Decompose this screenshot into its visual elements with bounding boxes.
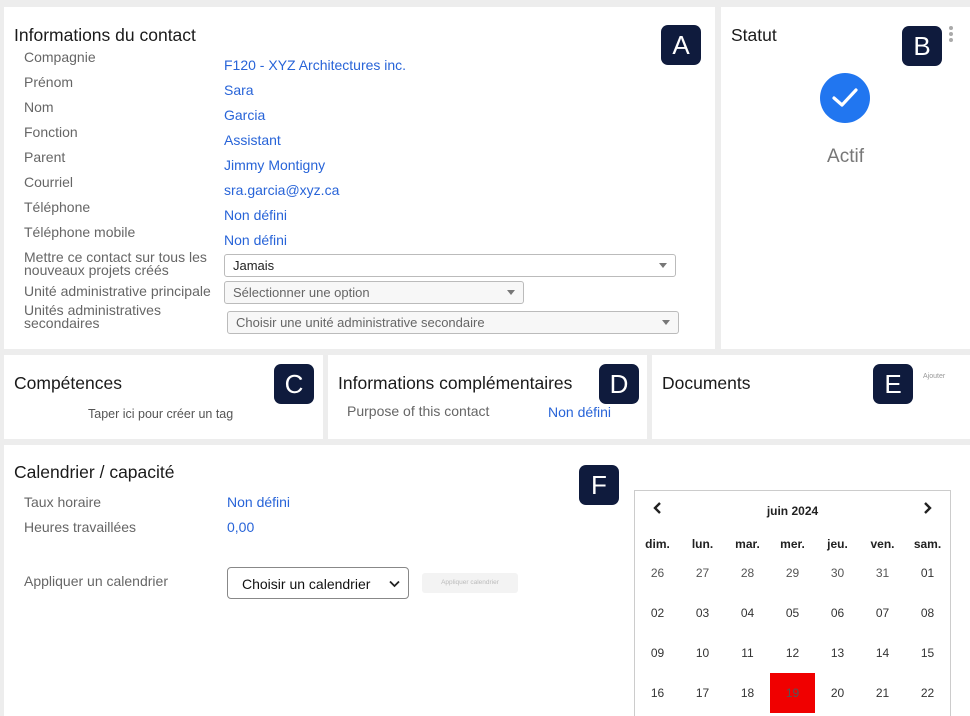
contact-info-panel: Informations du contact A Compagnie F120 … — [4, 7, 715, 349]
calendar-day[interactable]: 08 — [905, 593, 950, 633]
weekday-header: sam. — [913, 537, 942, 551]
calendar-day[interactable]: 27 — [680, 553, 725, 593]
badge-e: E — [873, 364, 913, 404]
calendar-day[interactable]: 31 — [860, 553, 905, 593]
calendar-day[interactable]: 04 — [725, 593, 770, 633]
contact-field-label: Courriel — [24, 174, 74, 190]
calendar-day[interactable]: 26 — [635, 553, 680, 593]
tag-input[interactable]: Taper ici pour créer un tag — [88, 407, 233, 421]
skills-panel: Compétences C Taper ici pour créer un ta… — [4, 355, 323, 439]
calendar-capacity-title: Calendrier / capacité — [14, 462, 175, 482]
documents-title: Documents — [662, 373, 751, 393]
status-value: Actif — [827, 146, 864, 167]
calendar-day[interactable]: 21 — [860, 673, 905, 713]
calendar-day[interactable]: 07 — [860, 593, 905, 633]
status-title: Statut — [731, 25, 777, 45]
contact-field-value[interactable]: Jimmy Montigny — [224, 157, 325, 173]
weekday-header: lun. — [691, 537, 714, 551]
calendar-day[interactable]: 17 — [680, 673, 725, 713]
check-icon — [820, 73, 870, 123]
calendar-day[interactable]: 06 — [815, 593, 860, 633]
contact-field-label: Parent — [24, 149, 66, 165]
purpose-label: Purpose of this contact — [347, 403, 490, 419]
calendar-day[interactable]: 14 — [860, 633, 905, 673]
calendar-day[interactable]: 05 — [770, 593, 815, 633]
calendar-day[interactable]: 12 — [770, 633, 815, 673]
contact-field-value[interactable]: Assistant — [224, 132, 281, 148]
calendar-day[interactable]: 10 — [680, 633, 725, 673]
calendar-day[interactable]: 03 — [680, 593, 725, 633]
calendar-day[interactable]: 19 — [770, 673, 815, 713]
badge-b: B — [902, 26, 942, 66]
calendar-select[interactable]: Choisir un calendrier — [227, 567, 409, 599]
secondary-units-select[interactable]: Choisir une unité administrative seconda… — [227, 311, 679, 334]
all-projects-select[interactable]: Jamais — [224, 254, 676, 277]
date-picker: juin 2024 dim. lun. mar. mer. jeu. ven. sam. 26… — [634, 490, 951, 716]
extra-info-title: Informations complémentaires — [338, 373, 573, 393]
weekday-header: dim. — [645, 537, 670, 551]
chevron-down-icon — [389, 577, 400, 591]
caret-down-icon — [662, 320, 670, 325]
badge-d: D — [599, 364, 639, 404]
contact-field-label: Fonction — [24, 124, 78, 140]
secondary-units-label: Unités administratives secondaires — [24, 302, 161, 331]
contact-field-label: Téléphone mobile — [24, 224, 136, 240]
documents-panel: Documents E Ajouter — [652, 355, 970, 439]
status-panel: Statut B Actif — [721, 7, 970, 349]
caret-down-icon — [659, 263, 667, 268]
caret-down-icon — [507, 290, 515, 295]
extra-info-panel: Informations complémentaires D Purpose o… — [328, 355, 647, 439]
calendar-day[interactable]: 02 — [635, 593, 680, 633]
contact-field-label: Compagnie — [24, 49, 96, 65]
calendar-day[interactable]: 30 — [815, 553, 860, 593]
kebab-menu-icon[interactable] — [949, 26, 953, 44]
calendar-day[interactable]: 29 — [770, 553, 815, 593]
weekday-header: ven. — [870, 537, 895, 551]
apply-calendar-label: Appliquer un calendrier — [24, 573, 168, 589]
contact-field-value[interactable]: Non défini — [224, 232, 287, 248]
apply-calendar-button[interactable]: Appliquer calendrier — [422, 573, 518, 593]
all-projects-label: Mettre ce contact sur tous les nouveaux … — [24, 249, 207, 278]
hourly-rate-value[interactable]: Non défini — [227, 494, 290, 510]
calendar-day[interactable]: 16 — [635, 673, 680, 713]
contact-field-value[interactable]: Garcia — [224, 107, 265, 123]
calendar-day[interactable]: 01 — [905, 553, 950, 593]
contact-field-value[interactable]: F120 - XYZ Architectures inc. — [224, 57, 406, 73]
weekday-header: mer. — [780, 537, 805, 551]
calendar-day[interactable]: 22 — [905, 673, 950, 713]
hours-worked-value[interactable]: 0,00 — [227, 519, 254, 535]
contact-field-value[interactable]: Sara — [224, 82, 254, 98]
calendar-day[interactable]: 15 — [905, 633, 950, 673]
weekday-header: mar. — [735, 537, 760, 551]
calendar-day[interactable]: 28 — [725, 553, 770, 593]
weekday-header: jeu. — [827, 537, 848, 551]
badge-f: F — [579, 465, 619, 505]
main-unit-select[interactable]: Sélectionner une option — [224, 281, 524, 304]
calendar-day[interactable]: 09 — [635, 633, 680, 673]
calendar-month: juin 2024 — [766, 504, 819, 518]
contact-field-value[interactable]: Non défini — [224, 207, 287, 223]
calendar-day[interactable]: 18 — [725, 673, 770, 713]
contact-field-label: Nom — [24, 99, 54, 115]
calendar-day[interactable]: 13 — [815, 633, 860, 673]
contact-field-label: Téléphone — [24, 199, 91, 215]
calendar-day[interactable]: 20 — [815, 673, 860, 713]
contact-field-value[interactable]: sra.garcia@xyz.ca — [224, 182, 339, 198]
main-unit-label: Unité administrative principale — [24, 283, 211, 299]
chevron-right-icon[interactable] — [923, 501, 932, 519]
calendar-day[interactable]: 11 — [725, 633, 770, 673]
hours-worked-label: Heures travaillées — [24, 519, 137, 535]
calendar-capacity-panel: Calendrier / capacité F Taux horaire Non… — [4, 445, 970, 716]
badge-a: A — [661, 25, 701, 65]
contact-info-title: Informations du contact — [14, 25, 196, 45]
add-document-button[interactable]: Ajouter — [923, 373, 945, 380]
purpose-value[interactable]: Non défini — [548, 404, 611, 420]
contact-field-label: Prénom — [24, 74, 74, 90]
skills-title: Compétences — [14, 373, 122, 393]
badge-c: C — [274, 364, 314, 404]
hourly-rate-label: Taux horaire — [24, 494, 102, 510]
